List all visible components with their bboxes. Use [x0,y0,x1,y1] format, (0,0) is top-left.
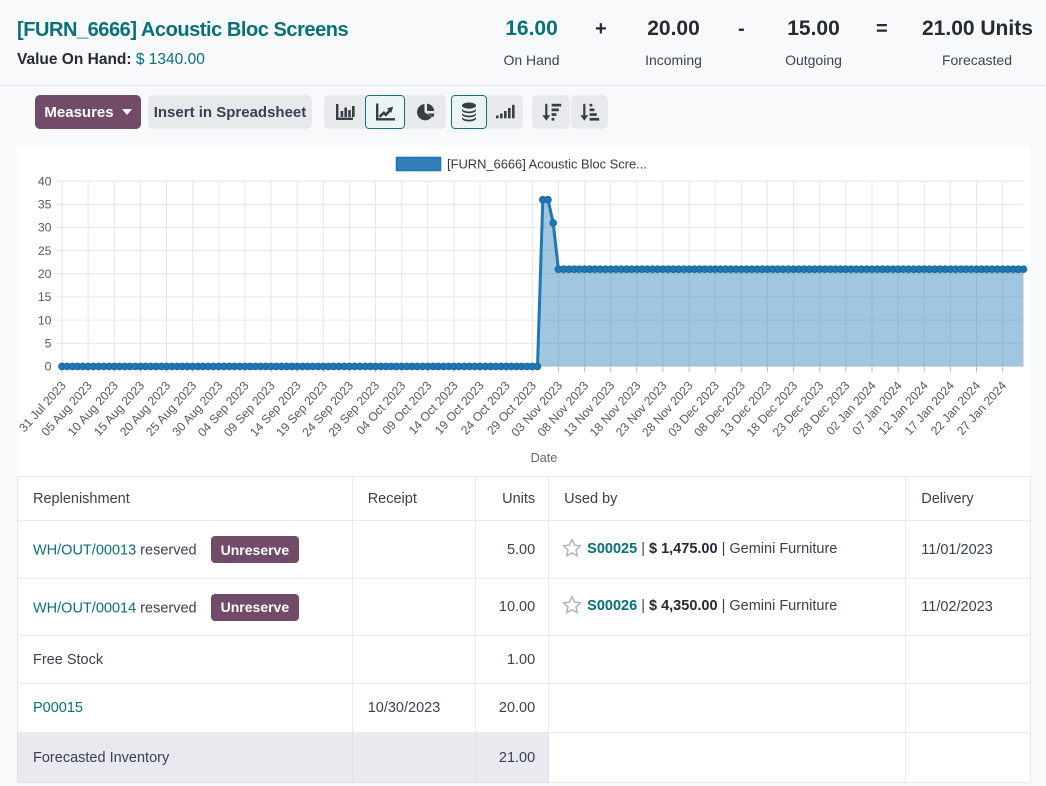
svg-text:25: 25 [38,244,52,258]
svg-text:[FURN_6666] Acoustic Bloc Scre: [FURN_6666] Acoustic Bloc Scre... [447,156,647,171]
svg-text:Date: Date [531,451,558,465]
svg-text:35: 35 [38,198,52,212]
svg-text:40: 40 [38,174,52,188]
svg-text:5: 5 [45,336,52,350]
svg-text:30: 30 [38,221,52,235]
svg-text:10: 10 [38,313,52,327]
svg-text:20: 20 [38,267,52,281]
svg-text:15: 15 [38,290,52,304]
svg-text:0: 0 [45,360,52,374]
